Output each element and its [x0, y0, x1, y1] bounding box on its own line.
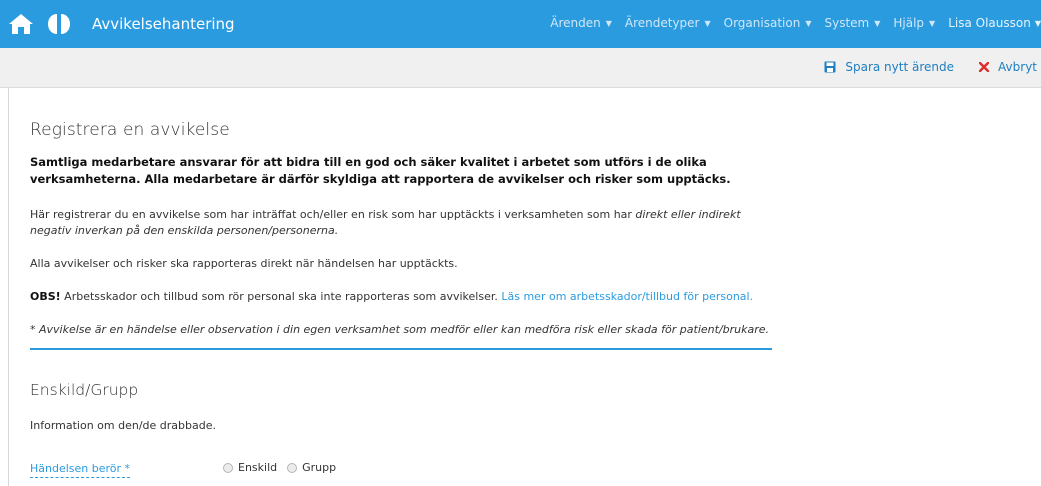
caret-down-icon: ▼	[605, 18, 612, 28]
user-menu[interactable]: Lisa Olausson ▼	[948, 16, 1041, 30]
read-more-link[interactable]: Läs mer om arbetsskador/tillbud för pers…	[501, 290, 753, 303]
save-icon	[824, 61, 836, 73]
caret-down-icon: ▼	[805, 18, 812, 28]
menu-organisation-label: Organisation	[723, 16, 801, 30]
definition-footnote: * Avvikelse är en händelse eller observa…	[30, 323, 770, 336]
obs-text: Arbetsskador och tillbud som rör persona…	[60, 290, 502, 303]
affected-radio-group: Enskild Grupp	[223, 461, 346, 474]
menu-system[interactable]: System ▼	[824, 16, 880, 30]
caret-down-icon: ▼	[1034, 18, 1041, 28]
caret-down-icon: ▼	[874, 18, 881, 28]
radio-enskild[interactable]: Enskild	[223, 461, 277, 474]
report-directly-text: Alla avvikelser och risker ska rapporter…	[30, 257, 458, 270]
section-divider	[30, 348, 772, 350]
main-menu: Ärenden ▼ Ärendetyper ▼ Organisation ▼ Syst…	[537, 16, 1041, 30]
menu-organisation[interactable]: Organisation ▼	[724, 16, 812, 30]
top-navbar: Avvikelsehantering Ärenden ▼ Ärendetyper ▼…	[0, 0, 1041, 48]
save-new-case-button[interactable]: Spara nytt ärende	[824, 60, 954, 74]
save-label: Spara nytt ärende	[845, 60, 954, 74]
menu-system-label: System	[824, 16, 870, 30]
menu-hjalp-label: Hjälp	[893, 16, 925, 30]
radio-grupp-label: Grupp	[302, 461, 337, 474]
menu-arenden-label: Ärenden	[550, 16, 601, 30]
section-description: Information om den/de drabbade.	[30, 419, 216, 432]
radio-grupp[interactable]: Grupp	[287, 461, 336, 474]
radio-enskild-label: Enskild	[238, 461, 278, 474]
home-icon[interactable]	[8, 13, 34, 35]
obs-paragraph: OBS! Arbetsskador och tillbud som rör pe…	[30, 290, 753, 303]
caret-down-icon: ▼	[704, 18, 711, 28]
intro-paragraph: Här registrerar du en avvikelse som har …	[30, 207, 772, 239]
left-gutter-divider	[8, 88, 9, 486]
menu-hjalp[interactable]: Hjälp ▼	[893, 16, 935, 30]
section-title: Enskild/Grupp	[30, 381, 139, 399]
user-name: Lisa Olausson	[948, 16, 1031, 30]
menu-arendetyper-label: Ärendetyper	[624, 16, 700, 30]
radio-circle[interactable]	[223, 462, 233, 473]
intro-text: Här registrerar du en avvikelse som har …	[30, 208, 636, 221]
affected-field-label[interactable]: Händelsen berör *	[30, 462, 131, 478]
close-icon	[979, 62, 990, 72]
caret-down-icon: ▼	[929, 18, 936, 28]
app-title[interactable]: Avvikelsehantering	[92, 15, 235, 33]
lead-text: Samtliga medarbetare ansvarar för att bi…	[30, 155, 731, 186]
menu-arenden[interactable]: Ärenden ▼	[550, 16, 612, 30]
cancel-button[interactable]: Avbryt	[979, 60, 1037, 74]
brand-logo-icon[interactable]	[46, 12, 72, 36]
page-title: Registrera en avvikelse	[30, 120, 230, 140]
menu-arendetyper[interactable]: Ärendetyper ▼	[625, 16, 711, 30]
cancel-label: Avbryt	[998, 60, 1037, 74]
obs-label: OBS!	[30, 290, 61, 303]
radio-circle[interactable]	[287, 462, 298, 473]
action-bar: Spara nytt ärende Avbryt	[0, 48, 1041, 88]
